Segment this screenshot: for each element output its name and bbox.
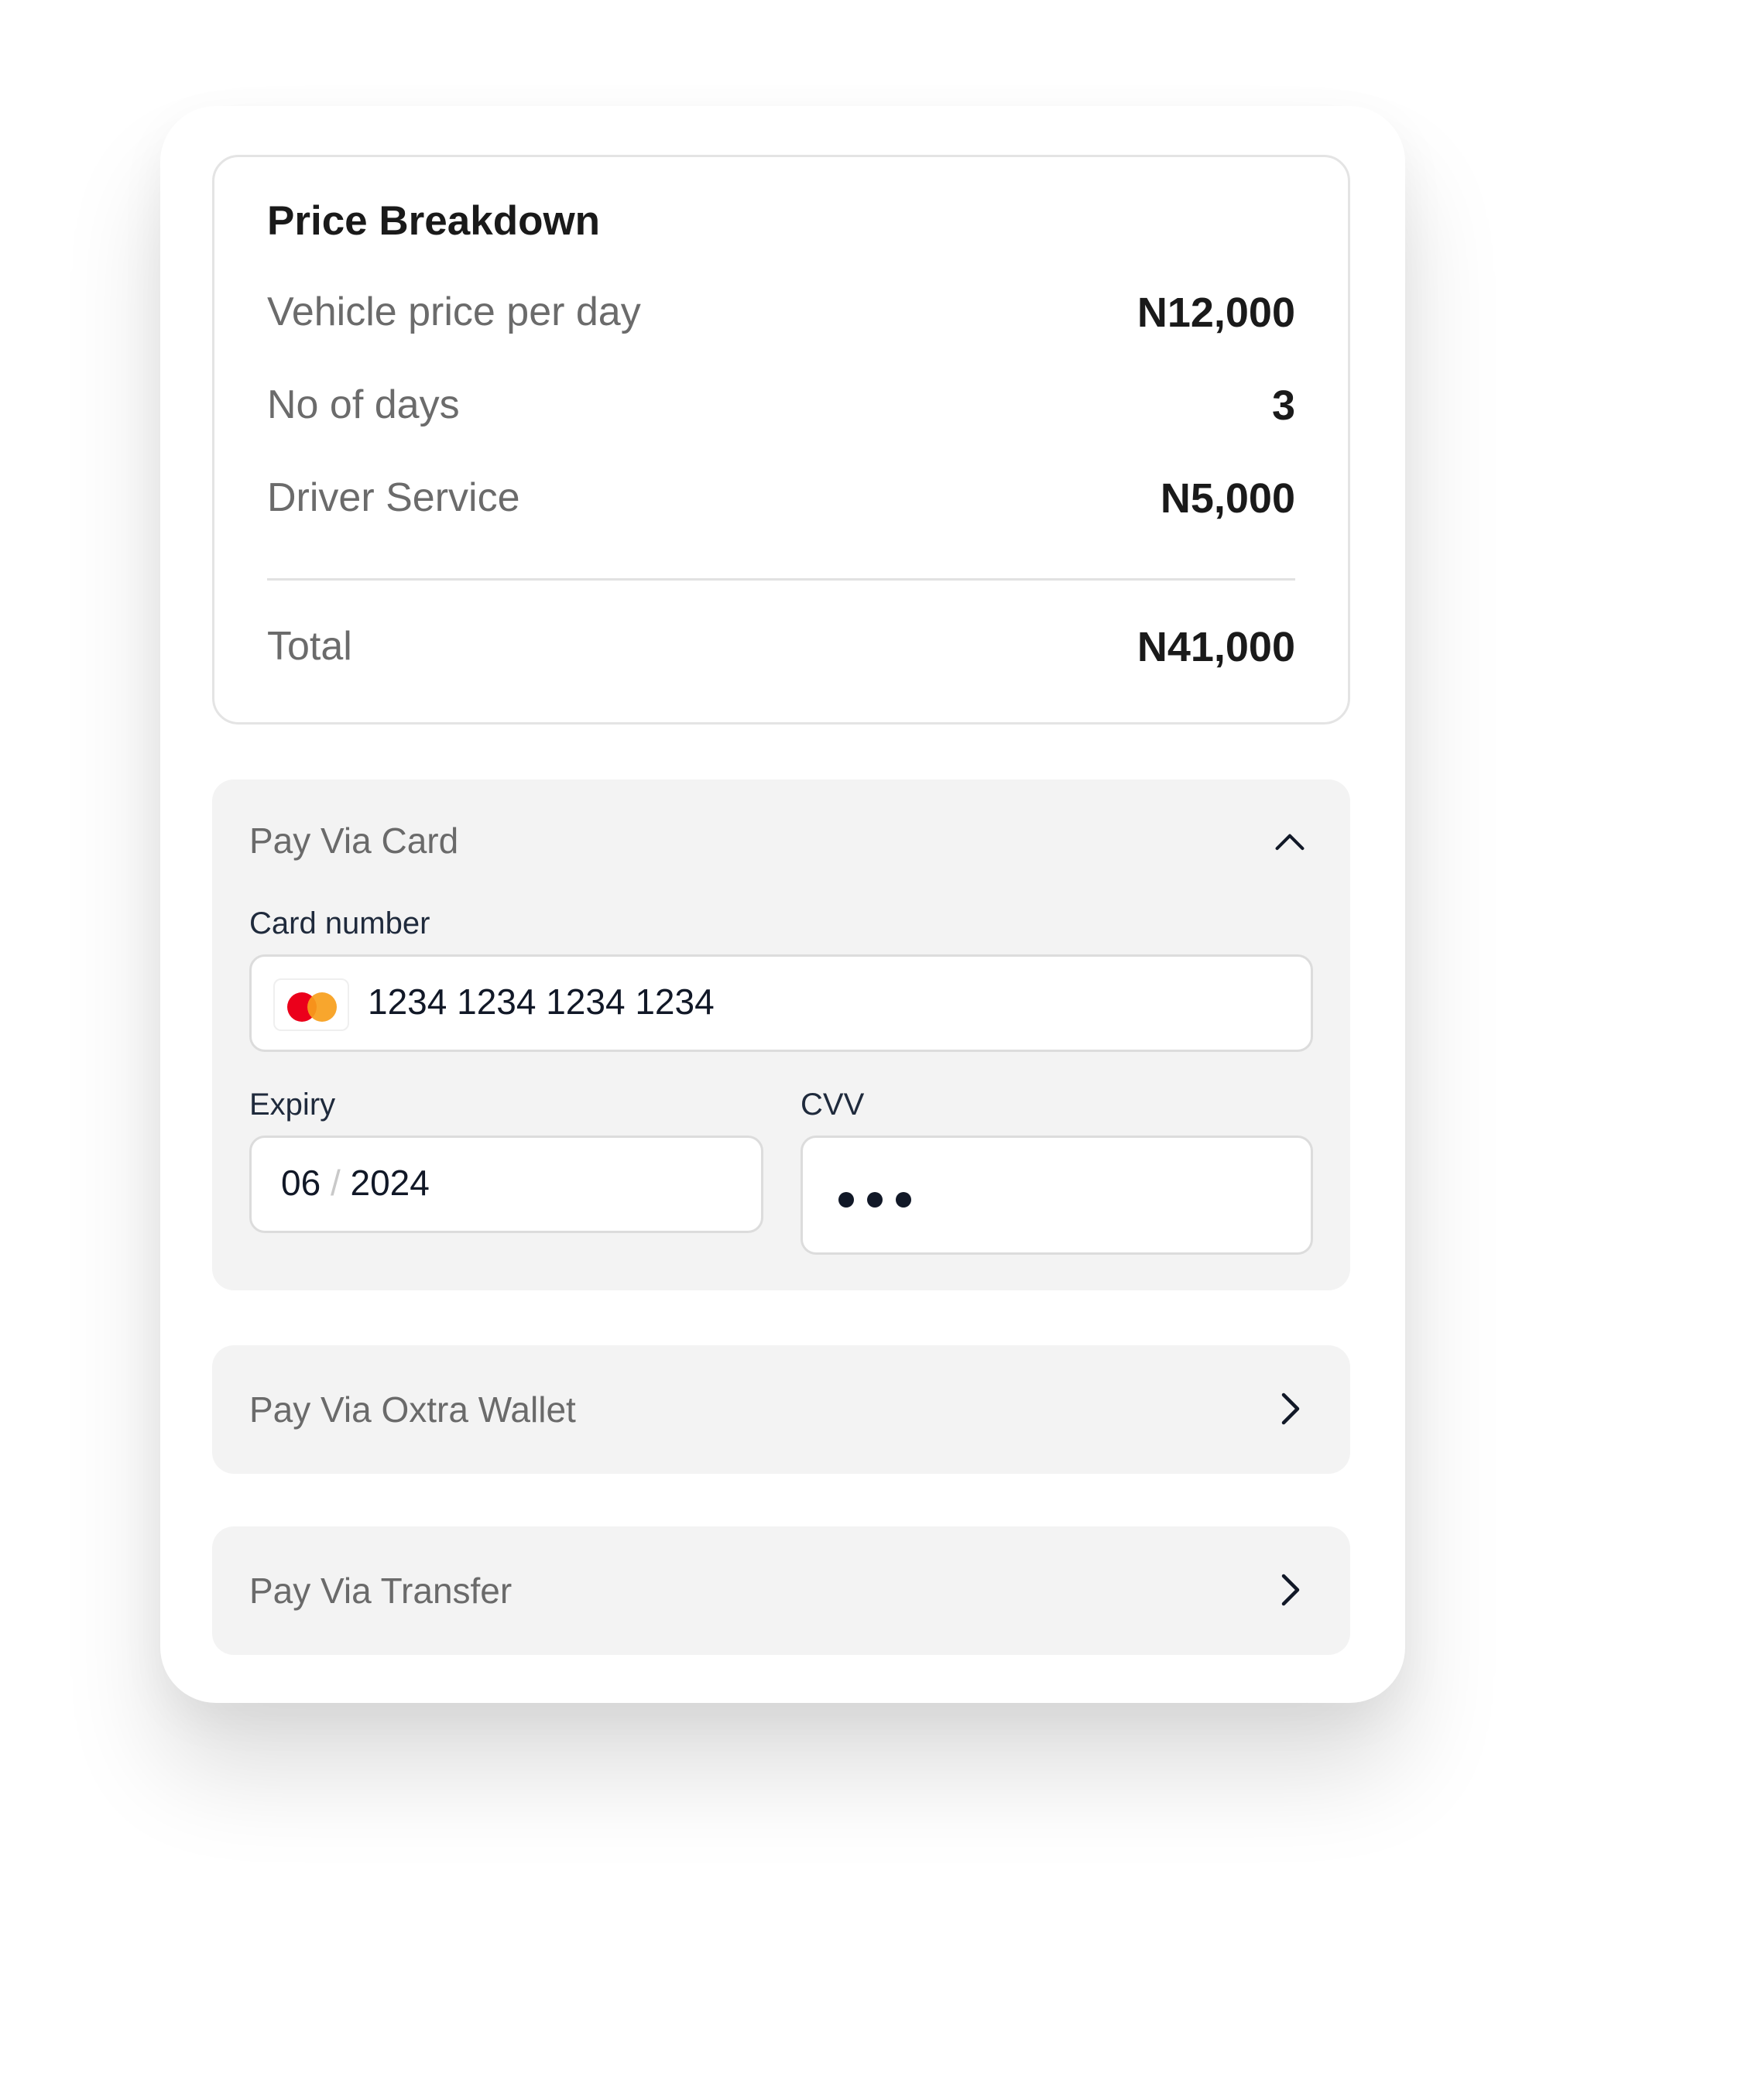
driver-service-value: N5,000: [1160, 475, 1295, 522]
chevron-up-icon[interactable]: [1274, 826, 1305, 857]
pay-via-card-header[interactable]: Pay Via Card: [212, 779, 1350, 880]
pay-via-wallet-option[interactable]: Pay Via Oxtra Wallet: [212, 1345, 1350, 1474]
expiry-year: 2024: [350, 1163, 430, 1203]
payment-page: Price Breakdown Vehicle price per day N1…: [0, 0, 1752, 2100]
total-value: N41,000: [1137, 624, 1295, 670]
expiry-month: 06: [281, 1163, 321, 1203]
vehicle-price-label: Vehicle price per day: [267, 289, 641, 334]
expiry-label: Expiry: [249, 1088, 336, 1122]
days-label: No of days: [267, 382, 460, 427]
driver-service-label: Driver Service: [267, 475, 520, 520]
chevron-right-icon: [1274, 1393, 1305, 1425]
chevron-right-icon: [1274, 1574, 1305, 1606]
cvv-label: CVV: [801, 1088, 865, 1122]
pay-via-card-section: Pay Via Card Card number 1234 1234 1234 …: [212, 779, 1350, 1290]
cvv-mask-dot: [838, 1192, 854, 1208]
vehicle-price-value: N12,000: [1137, 289, 1295, 336]
pay-via-card-title: Pay Via Card: [249, 820, 459, 861]
card-number-field[interactable]: 1234 1234 1234 1234: [249, 954, 1313, 1052]
breakdown-divider: [267, 578, 1295, 581]
breakdown-title: Price Breakdown: [267, 198, 601, 244]
cvv-mask-dot: [896, 1192, 911, 1208]
cvv-field[interactable]: [801, 1136, 1313, 1255]
expiry-value: 06 / 2024: [281, 1162, 430, 1204]
pay-via-transfer-label: Pay Via Transfer: [249, 1571, 513, 1611]
mastercard-orange-circle: [307, 992, 337, 1022]
expiry-separator: /: [330, 1163, 341, 1203]
cvv-mask-dot: [867, 1192, 883, 1208]
expiry-field[interactable]: 06 / 2024: [249, 1136, 763, 1233]
price-breakdown-panel: Price Breakdown Vehicle price per day N1…: [212, 155, 1350, 725]
card-number-label: Card number: [249, 906, 430, 940]
pay-via-transfer-option[interactable]: Pay Via Transfer: [212, 1526, 1350, 1655]
mastercard-icon: [273, 978, 349, 1031]
card-number-value: 1234 1234 1234 1234: [368, 981, 715, 1022]
total-label: Total: [267, 624, 352, 669]
days-value: 3: [1271, 382, 1295, 429]
pay-via-wallet-label: Pay Via Oxtra Wallet: [249, 1389, 576, 1430]
